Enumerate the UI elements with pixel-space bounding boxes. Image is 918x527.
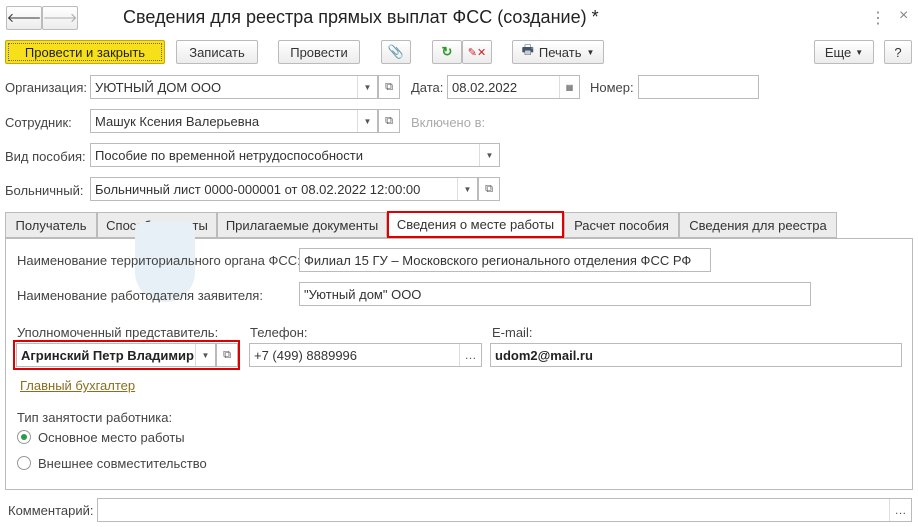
comment-field[interactable]: …	[97, 498, 912, 522]
save-button[interactable]: Записать	[176, 40, 258, 64]
number-label: Номер:	[590, 80, 634, 95]
organization-label: Организация:	[5, 80, 88, 95]
employee-field[interactable]: Машук Ксения Валерьевна ▼	[90, 109, 378, 133]
sick-leave-value: Больничный лист 0000-000001 от 08.02.202…	[95, 181, 421, 197]
tab-recipient[interactable]: Получатель	[5, 212, 97, 238]
sick-leave-field[interactable]: Больничный лист 0000-000001 от 08.02.202…	[90, 177, 478, 201]
email-label: E-mail:	[492, 325, 533, 340]
radio-external-part-time-label: Внешнее совместительство	[38, 456, 207, 471]
number-field[interactable]	[638, 75, 759, 99]
comment-label: Комментарий:	[8, 503, 94, 518]
attach-button[interactable]: 📎	[381, 40, 411, 64]
benefit-type-select[interactable]: Пособие по временной нетрудоспособности ▼	[90, 143, 500, 167]
open-sick-leave-button[interactable]: ⧉	[478, 177, 500, 201]
ellipsis-icon[interactable]: …	[459, 344, 481, 366]
chevron-down-icon[interactable]: ▼	[479, 144, 499, 166]
included-in-label: Включено в:	[411, 115, 486, 130]
calendar-icon[interactable]: ▦	[559, 76, 579, 98]
paperclip-icon: 📎	[387, 44, 405, 59]
print-label: Печать	[538, 44, 582, 60]
tab-workplace-info[interactable]: Сведения о месте работы	[387, 211, 564, 238]
arrow-left-icon: 🡐	[6, 10, 42, 25]
tab-registry-info[interactable]: Сведения для реестра	[679, 212, 837, 238]
tab-attached-documents[interactable]: Прилагаемые документы	[217, 212, 387, 238]
chevron-down-icon: ▼	[586, 47, 595, 57]
benefit-type-value: Пособие по временной нетрудоспособности	[95, 147, 363, 163]
arrow-right-icon: 🡒	[42, 10, 78, 25]
representative-label: Уполномоченный представитель:	[17, 325, 219, 340]
tab-benefit-calculation[interactable]: Расчет пособия	[564, 212, 679, 238]
more-button[interactable]: Еще ▼	[814, 40, 874, 64]
open-icon: ⧉	[385, 114, 393, 127]
organization-value: УЮТНЫЙ ДОМ ООО	[95, 79, 222, 95]
radio-main-workplace-label: Основное место работы	[38, 430, 185, 445]
employment-type-label: Тип занятости работника:	[17, 410, 173, 425]
back-button[interactable]: 🡐	[6, 6, 42, 30]
date-label: Дата:	[411, 80, 444, 95]
representative-field[interactable]: Агринский Петр Владимир ▼	[16, 343, 216, 367]
chevron-down-icon: ▼	[855, 47, 864, 57]
radio-external-part-time[interactable]	[17, 456, 31, 470]
date-value: 08.02.2022	[452, 79, 518, 95]
open-organization-button[interactable]: ⧉	[378, 75, 400, 99]
clear-button[interactable]: ✎✕	[462, 40, 492, 64]
refresh-button[interactable]: ↻	[432, 40, 462, 64]
more-label: Еще	[824, 44, 852, 60]
representative-role-link[interactable]: Главный бухгалтер	[20, 378, 135, 393]
printer-icon: 🖶	[521, 42, 534, 57]
open-icon: ⧉	[385, 80, 393, 93]
phone-value: +7 (499) 8889996	[254, 347, 358, 363]
radio-main-workplace[interactable]	[17, 430, 31, 444]
employee-label: Сотрудник:	[5, 115, 72, 130]
open-icon: ⧉	[485, 182, 493, 195]
fss-body-field[interactable]: Филиал 15 ГУ – Московского регионального…	[299, 248, 711, 272]
page-title: Сведения для реестра прямых выплат ФСС (…	[123, 7, 599, 27]
phone-field[interactable]: +7 (499) 8889996 …	[249, 343, 482, 367]
open-employee-button[interactable]: ⧉	[378, 109, 400, 133]
refresh-icon: ↻	[441, 44, 453, 59]
help-button[interactable]: ?	[884, 40, 912, 64]
organization-field[interactable]: УЮТНЫЙ ДОМ ООО ▼	[90, 75, 378, 99]
representative-value: Агринский Петр Владимир	[21, 347, 194, 363]
employee-value: Машук Ксения Валерьевна	[95, 113, 260, 129]
chevron-down-icon[interactable]: ▼	[195, 344, 215, 366]
forward-button[interactable]: 🡒	[42, 6, 78, 30]
pen-clear-icon: ✎✕	[467, 46, 487, 59]
phone-label: Телефон:	[250, 325, 308, 340]
ellipsis-icon[interactable]: …	[889, 499, 911, 521]
chevron-down-icon[interactable]: ▼	[357, 76, 377, 98]
close-icon[interactable]: ×	[899, 7, 908, 25]
post-and-close-button[interactable]: Провести и закрыть	[5, 40, 165, 64]
print-button[interactable]: 🖶 Печать ▼	[512, 40, 604, 64]
chevron-down-icon[interactable]: ▼	[457, 178, 477, 200]
date-field[interactable]: 08.02.2022 ▦	[447, 75, 580, 99]
employer-label: Наименование работодателя заявителя:	[17, 288, 263, 303]
open-icon: ⧉	[223, 348, 231, 361]
more-menu-icon[interactable]: ⋮	[870, 8, 886, 28]
benefit-type-label: Вид пособия:	[5, 149, 86, 164]
chevron-down-icon[interactable]: ▼	[357, 110, 377, 132]
sick-leave-label: Больничный:	[5, 183, 84, 198]
email-field[interactable]: udom2@mail.ru	[490, 343, 902, 367]
post-button[interactable]: Провести	[278, 40, 360, 64]
employer-field[interactable]: "Уютный дом" ООО	[299, 282, 811, 306]
open-representative-button[interactable]: ⧉	[216, 343, 238, 367]
fss-body-label: Наименование территориального органа ФСС…	[17, 253, 301, 268]
